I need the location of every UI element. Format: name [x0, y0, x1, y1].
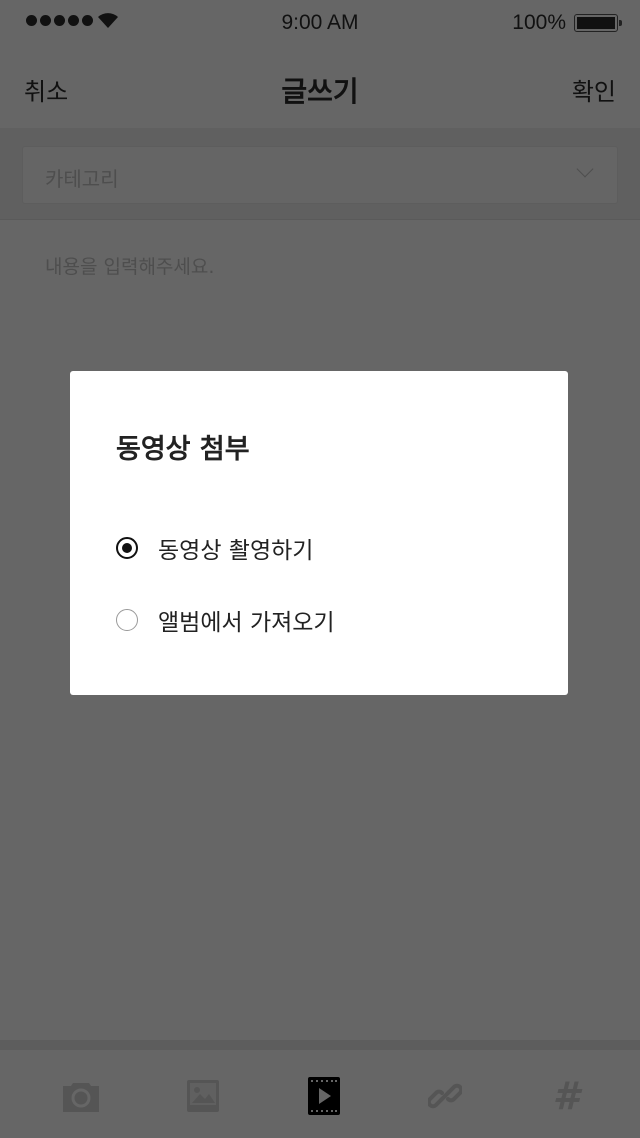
category-select[interactable]: 카테고리: [22, 146, 618, 204]
battery-percent: 100%: [512, 11, 566, 34]
option-record-video[interactable]: 동영상 촬영하기: [116, 531, 313, 565]
link-icon[interactable]: [425, 1076, 465, 1116]
content-input[interactable]: 내용을 입력해주세요.: [45, 252, 214, 279]
status-bar: 9:00 AM 100%: [0, 0, 640, 44]
video-icon[interactable]: [304, 1076, 344, 1116]
chevron-down-icon: [576, 160, 594, 178]
hashtag-icon[interactable]: #: [546, 1074, 586, 1118]
radio-selected-icon[interactable]: [116, 537, 138, 559]
dialog-title: 동영상 첨부: [116, 434, 250, 465]
video-attach-dialog: 동영상 첨부 동영상 촬영하기 앨범에서 가져오기: [70, 371, 568, 695]
category-section: 카테고리: [0, 128, 640, 220]
radio-unselected-icon[interactable]: [116, 609, 138, 631]
option-label: 앨범에서 가져오기: [158, 610, 335, 636]
camera-icon[interactable]: [61, 1076, 101, 1116]
nav-bar: 취소 글쓰기 확인: [0, 44, 640, 128]
attachment-toolbar: #: [0, 1040, 640, 1138]
option-from-album[interactable]: 앨범에서 가져오기: [116, 603, 335, 637]
option-label: 동영상 촬영하기: [158, 538, 314, 564]
confirm-button[interactable]: 확인: [572, 72, 616, 107]
category-placeholder: 카테고리: [45, 167, 119, 191]
page-title: 글쓰기: [281, 75, 359, 108]
image-icon[interactable]: [183, 1076, 223, 1116]
battery-icon: [574, 14, 622, 32]
